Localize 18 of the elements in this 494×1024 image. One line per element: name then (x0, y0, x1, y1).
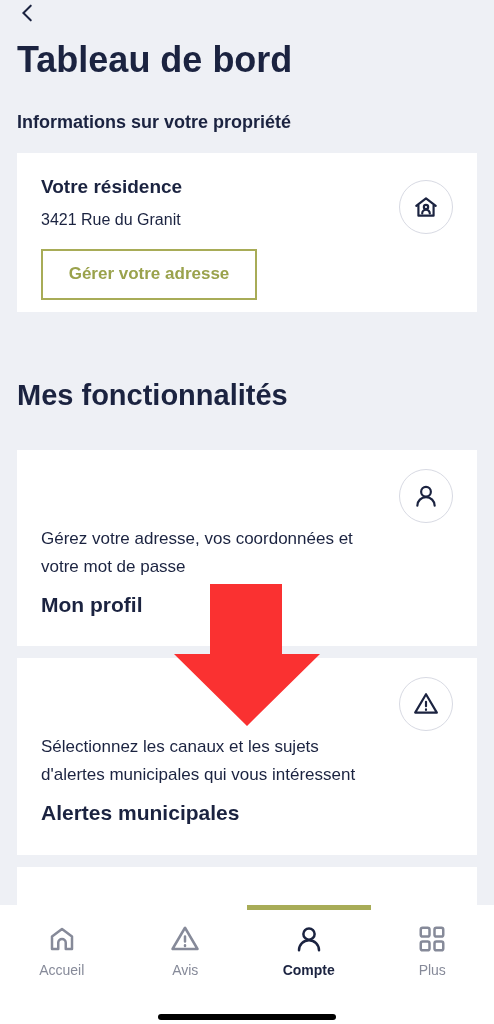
tab[interactable]: Accueil (0, 905, 124, 981)
tab[interactable]: Compte (247, 905, 371, 981)
house-icon (413, 194, 439, 220)
feature-card[interactable]: Gérez votre adresse, vos coordonnées et votre mot de passe Mon profil (17, 449, 477, 646)
tab[interactable]: Avis (123, 905, 247, 981)
warning-icon (413, 691, 439, 717)
grid-icon (417, 924, 448, 954)
section-heading: Mes fonctionnalités (17, 378, 289, 413)
feature-title: Mon profil (41, 591, 144, 618)
page-title: Tableau de bord (17, 42, 294, 78)
feature-title: Alertes municipales (41, 800, 241, 826)
feature-description: Gérez votre adresse, vos coordonnées et votre mot de passe (41, 527, 354, 578)
address-text: 3421 Rue du Granit (41, 209, 182, 230)
tab[interactable]: Plus (370, 905, 494, 981)
card-title: Votre résidence (41, 175, 184, 199)
section-heading: Informations sur votre propriété (17, 111, 293, 134)
feature-description: Sélectionnez les canaux et les sujets d'alertes municipales qui vous intéressent (41, 736, 357, 786)
manage-address-button[interactable]: Gérer votre adresse (41, 248, 257, 300)
